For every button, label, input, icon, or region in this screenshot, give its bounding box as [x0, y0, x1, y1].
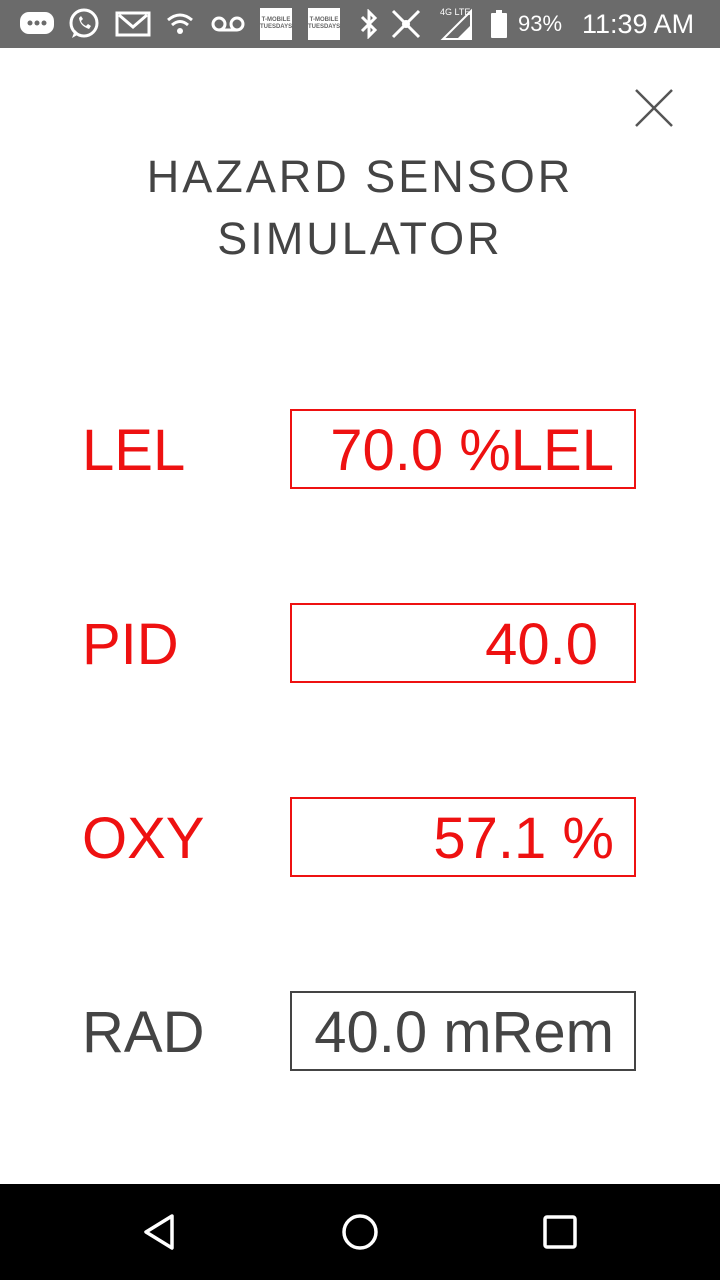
status-bar: T-MOBILE TUESDAYS T-MOBILE TUESDAYS 4G L… [0, 0, 720, 48]
tmobile-badge-2: T-MOBILE TUESDAYS [308, 8, 340, 40]
sensor-label-rad: RAD [82, 1000, 205, 1065]
sensor-label-oxy: OXY [82, 806, 205, 871]
recents-button[interactable] [530, 1202, 590, 1262]
title-line-2: SIMULATOR [217, 213, 503, 264]
tmobile-tuesdays-icon: T-MOBILE TUESDAYS [259, 0, 293, 48]
tmobile-tuesdays-icon: T-MOBILE TUESDAYS [307, 0, 341, 48]
sensor-value-rad[interactable]: 40.0 mRem [290, 991, 636, 1071]
battery-icon [489, 0, 509, 48]
bluetooth-icon [356, 0, 382, 48]
whatsapp-icon [66, 0, 102, 48]
chat-icon [18, 0, 56, 48]
close-button[interactable] [630, 84, 678, 132]
wifi-icon [164, 0, 196, 48]
sensor-value-lel[interactable]: 70.0 %LEL [290, 409, 636, 489]
home-icon [342, 1214, 378, 1250]
sensor-value-pid[interactable]: 40.0 [290, 603, 636, 683]
title-line-1: HAZARD SENSOR [146, 151, 574, 202]
back-icon [144, 1214, 174, 1250]
sensor-label-pid: PID [82, 612, 179, 677]
clock: 11:39 AM [582, 9, 695, 39]
page-title: HAZARD SENSOR SIMULATOR [0, 146, 720, 270]
recents-icon [543, 1215, 577, 1249]
voicemail-icon [208, 0, 248, 48]
back-button[interactable] [130, 1202, 190, 1262]
sensor-row-lel: LEL 70.0 %LEL [0, 409, 720, 493]
gmail-icon [114, 0, 152, 48]
sensor-row-pid: PID 40.0 [0, 603, 720, 687]
close-icon [635, 89, 673, 127]
sensor-value-oxy[interactable]: 57.1 % [290, 797, 636, 877]
sensor-row-rad: RAD 40.0 mRem [0, 991, 720, 1075]
sensor-row-oxy: OXY 57.1 % [0, 797, 720, 881]
no-signal-icon [388, 0, 424, 48]
navigation-bar [0, 1184, 720, 1280]
network-type-label: 4G LTE [440, 7, 471, 17]
tmobile-badge-1: T-MOBILE TUESDAYS [260, 8, 292, 40]
home-button[interactable] [330, 1202, 390, 1262]
battery-percent: 93% [518, 11, 563, 36]
sensor-label-lel: LEL [82, 418, 186, 483]
